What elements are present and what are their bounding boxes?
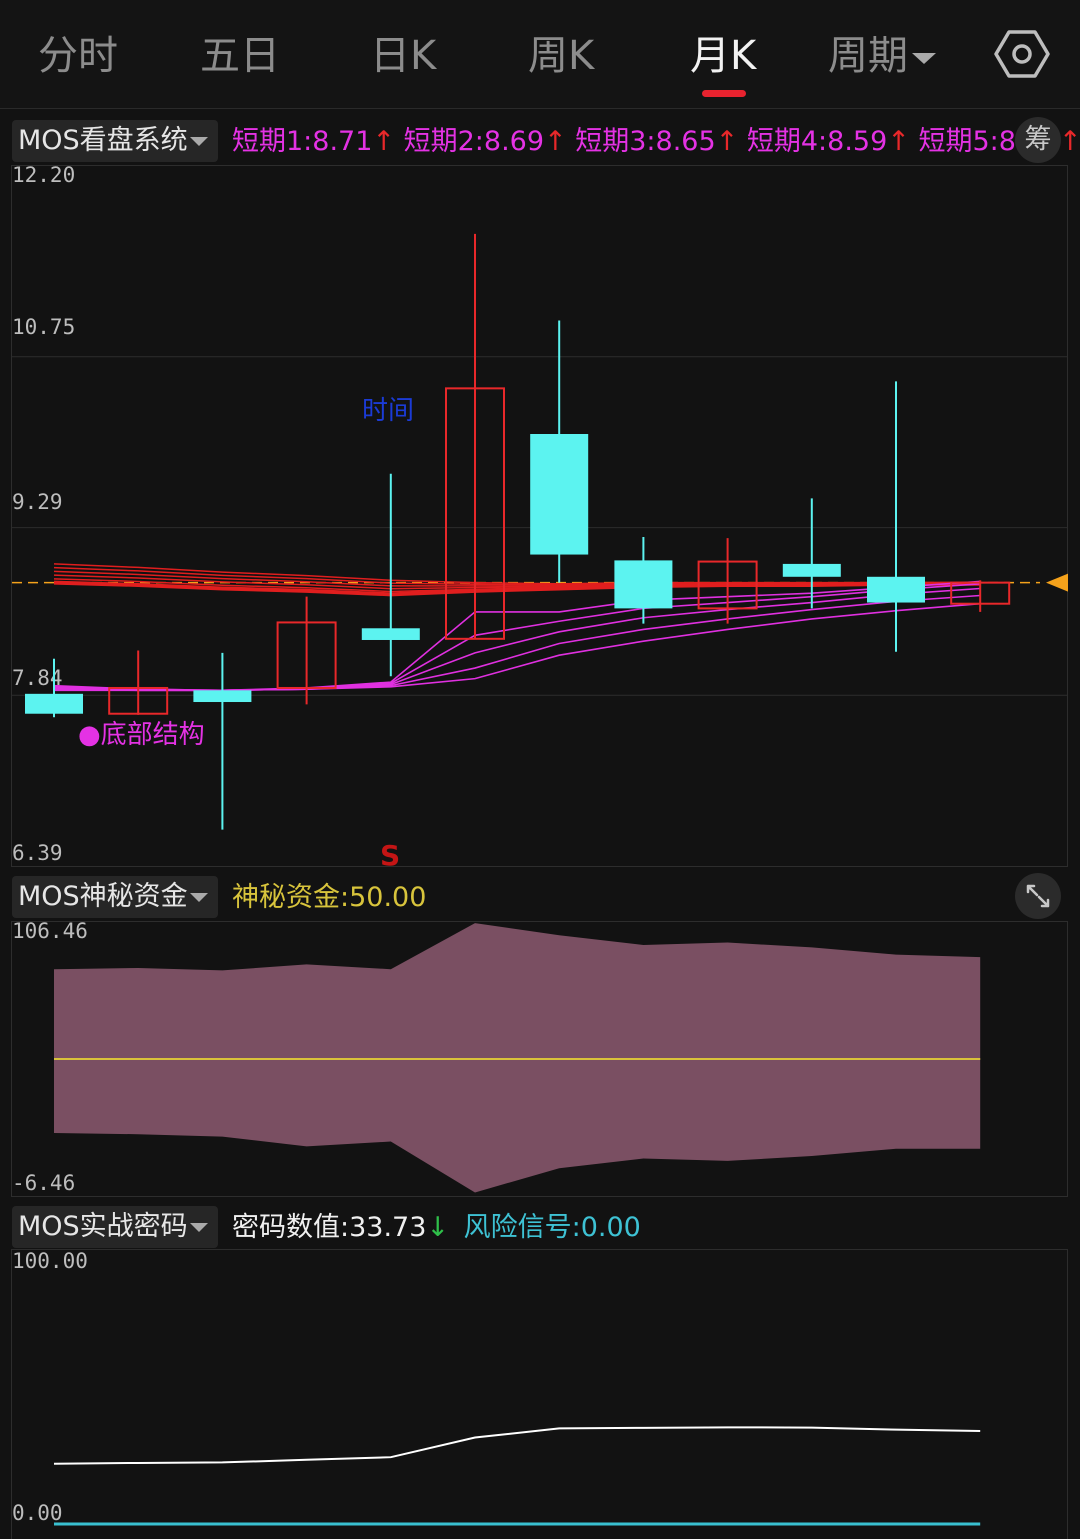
candle-body-down [783,564,841,577]
bottom-structure-annotation: ●底部结构 [78,714,205,751]
time-annotation: 时间 [362,390,414,427]
candle-body-down [530,434,588,555]
code-value-line [54,1427,980,1463]
candle-body-down [193,690,251,702]
short-ma-line-5 [54,604,980,691]
chart-canvas [0,0,1080,1528]
fund-area [54,923,980,1192]
short-ma-line-3 [54,588,980,690]
candle-body-down [25,694,83,714]
short-ma-line-1 [54,581,980,690]
candle-body-down [362,628,420,640]
candle-body-down [614,560,672,608]
sell-signal-marker: S [380,839,400,872]
current-price-marker-icon [1046,574,1068,592]
candle-body-down [867,577,925,603]
